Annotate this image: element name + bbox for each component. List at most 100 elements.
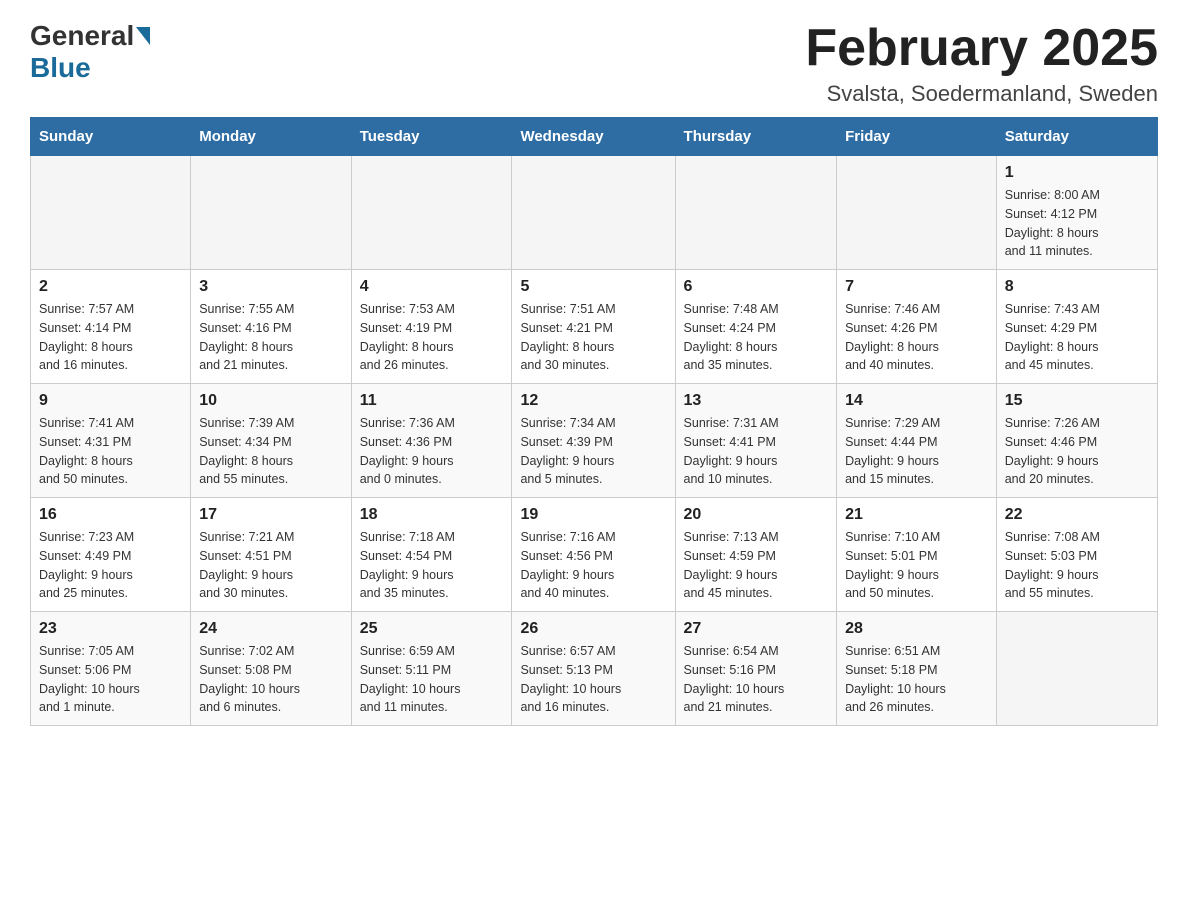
calendar-day-cell: 10 Sunrise: 7:39 AMSunset: 4:34 PMDayligh…	[191, 384, 351, 498]
weekday-header-saturday: Saturday	[996, 118, 1157, 156]
day-info: Sunrise: 7:31 AMSunset: 4:41 PMDaylight:…	[684, 414, 829, 489]
calendar-day-cell: 26 Sunrise: 6:57 AMSunset: 5:13 PMDayligh…	[512, 612, 675, 726]
day-number: 13	[684, 392, 829, 410]
calendar-day-cell	[191, 156, 351, 270]
day-info: Sunrise: 7:29 AMSunset: 4:44 PMDaylight:…	[845, 414, 988, 489]
day-info: Sunrise: 7:36 AMSunset: 4:36 PMDaylight:…	[360, 414, 504, 489]
day-number: 11	[360, 392, 504, 410]
logo-general-text: General	[30, 20, 134, 52]
day-info: Sunrise: 7:23 AMSunset: 4:49 PMDaylight:…	[39, 528, 182, 603]
day-number: 28	[845, 620, 988, 638]
day-info: Sunrise: 7:48 AMSunset: 4:24 PMDaylight:…	[684, 300, 829, 375]
calendar-day-cell: 11 Sunrise: 7:36 AMSunset: 4:36 PMDayligh…	[351, 384, 512, 498]
logo-arrow-icon	[136, 27, 150, 45]
day-number: 3	[199, 278, 342, 296]
day-number: 2	[39, 278, 182, 296]
calendar-day-cell: 7Sunrise: 7:46 AMSunset: 4:26 PMDaylight…	[837, 270, 997, 384]
day-info: Sunrise: 6:57 AMSunset: 5:13 PMDaylight:…	[520, 642, 666, 717]
calendar-day-cell: 4Sunrise: 7:53 AMSunset: 4:19 PMDaylight…	[351, 270, 512, 384]
calendar-week-row: 16 Sunrise: 7:23 AMSunset: 4:49 PMDayligh…	[31, 498, 1158, 612]
calendar-week-row: 2Sunrise: 7:57 AMSunset: 4:14 PMDaylight…	[31, 270, 1158, 384]
day-info: Sunrise: 7:13 AMSunset: 4:59 PMDaylight:…	[684, 528, 829, 603]
weekday-header-friday: Friday	[837, 118, 997, 156]
calendar-day-cell: 23 Sunrise: 7:05 AMSunset: 5:06 PMDayligh…	[31, 612, 191, 726]
calendar-day-cell	[31, 156, 191, 270]
day-info: Sunrise: 7:39 AMSunset: 4:34 PMDaylight:…	[199, 414, 342, 489]
calendar-day-cell: 6 Sunrise: 7:48 AMSunset: 4:24 PMDaylight…	[675, 270, 837, 384]
day-info: Sunrise: 7:34 AMSunset: 4:39 PMDaylight:…	[520, 414, 666, 489]
calendar-day-cell: 17 Sunrise: 7:21 AMSunset: 4:51 PMDayligh…	[191, 498, 351, 612]
day-info: Sunrise: 6:54 AMSunset: 5:16 PMDaylight:…	[684, 642, 829, 717]
day-info: Sunrise: 7:05 AMSunset: 5:06 PMDaylight:…	[39, 642, 182, 717]
day-info: Sunrise: 7:02 AMSunset: 5:08 PMDaylight:…	[199, 642, 342, 717]
calendar-day-cell: 19Sunrise: 7:16 AMSunset: 4:56 PMDayligh…	[512, 498, 675, 612]
day-info: Sunrise: 7:08 AMSunset: 5:03 PMDaylight:…	[1005, 528, 1149, 603]
day-info: Sunrise: 7:10 AMSunset: 5:01 PMDaylight:…	[845, 528, 988, 603]
day-number: 6	[684, 278, 829, 296]
day-info: Sunrise: 7:18 AMSunset: 4:54 PMDaylight:…	[360, 528, 504, 603]
day-number: 20	[684, 506, 829, 524]
calendar-day-cell	[512, 156, 675, 270]
day-number: 27	[684, 620, 829, 638]
weekday-header-monday: Monday	[191, 118, 351, 156]
day-number: 16	[39, 506, 182, 524]
calendar-day-cell: 24Sunrise: 7:02 AMSunset: 5:08 PMDayligh…	[191, 612, 351, 726]
day-number: 8	[1005, 278, 1149, 296]
day-info: Sunrise: 8:00 AMSunset: 4:12 PMDaylight:…	[1005, 186, 1149, 261]
logo-blue-text: Blue	[30, 52, 91, 83]
day-info: Sunrise: 7:51 AMSunset: 4:21 PMDaylight:…	[520, 300, 666, 375]
day-info: Sunrise: 7:46 AMSunset: 4:26 PMDaylight:…	[845, 300, 988, 375]
weekday-header-wednesday: Wednesday	[512, 118, 675, 156]
calendar-day-cell: 12 Sunrise: 7:34 AMSunset: 4:39 PMDayligh…	[512, 384, 675, 498]
day-number: 23	[39, 620, 182, 638]
calendar-day-cell: 15 Sunrise: 7:26 AMSunset: 4:46 PMDayligh…	[996, 384, 1157, 498]
day-info: Sunrise: 6:59 AMSunset: 5:11 PMDaylight:…	[360, 642, 504, 717]
calendar-day-cell: 18 Sunrise: 7:18 AMSunset: 4:54 PMDayligh…	[351, 498, 512, 612]
location-text: Svalsta, Soedermanland, Sweden	[805, 81, 1158, 107]
calendar-day-cell	[675, 156, 837, 270]
calendar-day-cell: 1 Sunrise: 8:00 AMSunset: 4:12 PMDaylight…	[996, 156, 1157, 270]
day-info: Sunrise: 7:55 AMSunset: 4:16 PMDaylight:…	[199, 300, 342, 375]
day-number: 1	[1005, 164, 1149, 182]
day-number: 19	[520, 506, 666, 524]
day-number: 21	[845, 506, 988, 524]
day-number: 12	[520, 392, 666, 410]
weekday-header-thursday: Thursday	[675, 118, 837, 156]
day-number: 5	[520, 278, 666, 296]
calendar-day-cell: 16 Sunrise: 7:23 AMSunset: 4:49 PMDayligh…	[31, 498, 191, 612]
day-number: 22	[1005, 506, 1149, 524]
day-info: Sunrise: 7:43 AMSunset: 4:29 PMDaylight:…	[1005, 300, 1149, 375]
logo: General Blue	[30, 20, 152, 84]
day-number: 18	[360, 506, 504, 524]
calendar-day-cell: 13 Sunrise: 7:31 AMSunset: 4:41 PMDayligh…	[675, 384, 837, 498]
day-info: Sunrise: 7:53 AMSunset: 4:19 PMDaylight:…	[360, 300, 504, 375]
calendar-day-cell	[837, 156, 997, 270]
calendar-day-cell: 3 Sunrise: 7:55 AMSunset: 4:16 PMDaylight…	[191, 270, 351, 384]
calendar-day-cell: 25Sunrise: 6:59 AMSunset: 5:11 PMDayligh…	[351, 612, 512, 726]
calendar-day-cell	[996, 612, 1157, 726]
day-number: 17	[199, 506, 342, 524]
weekday-header-tuesday: Tuesday	[351, 118, 512, 156]
day-info: Sunrise: 7:26 AMSunset: 4:46 PMDaylight:…	[1005, 414, 1149, 489]
calendar-day-cell: 8 Sunrise: 7:43 AMSunset: 4:29 PMDaylight…	[996, 270, 1157, 384]
calendar-day-cell: 27 Sunrise: 6:54 AMSunset: 5:16 PMDayligh…	[675, 612, 837, 726]
day-number: 10	[199, 392, 342, 410]
day-number: 14	[845, 392, 988, 410]
day-info: Sunrise: 7:41 AMSunset: 4:31 PMDaylight:…	[39, 414, 182, 489]
day-info: Sunrise: 7:21 AMSunset: 4:51 PMDaylight:…	[199, 528, 342, 603]
month-title: February 2025	[805, 20, 1158, 77]
weekday-header-sunday: Sunday	[31, 118, 191, 156]
title-section: February 2025 Svalsta, Soedermanland, Sw…	[805, 20, 1158, 107]
day-number: 9	[39, 392, 182, 410]
day-number: 26	[520, 620, 666, 638]
day-info: Sunrise: 6:51 AMSunset: 5:18 PMDaylight:…	[845, 642, 988, 717]
calendar-day-cell: 2Sunrise: 7:57 AMSunset: 4:14 PMDaylight…	[31, 270, 191, 384]
day-number: 15	[1005, 392, 1149, 410]
calendar-day-cell: 20 Sunrise: 7:13 AMSunset: 4:59 PMDayligh…	[675, 498, 837, 612]
calendar-table: SundayMondayTuesdayWednesdayThursdayFrid…	[30, 117, 1158, 726]
calendar-day-cell: 21 Sunrise: 7:10 AMSunset: 5:01 PMDayligh…	[837, 498, 997, 612]
calendar-week-row: 9 Sunrise: 7:41 AMSunset: 4:31 PMDaylight…	[31, 384, 1158, 498]
calendar-day-cell	[351, 156, 512, 270]
page-header: General Blue February 2025 Svalsta, Soed…	[30, 20, 1158, 107]
calendar-week-row: 1 Sunrise: 8:00 AMSunset: 4:12 PMDaylight…	[31, 156, 1158, 270]
